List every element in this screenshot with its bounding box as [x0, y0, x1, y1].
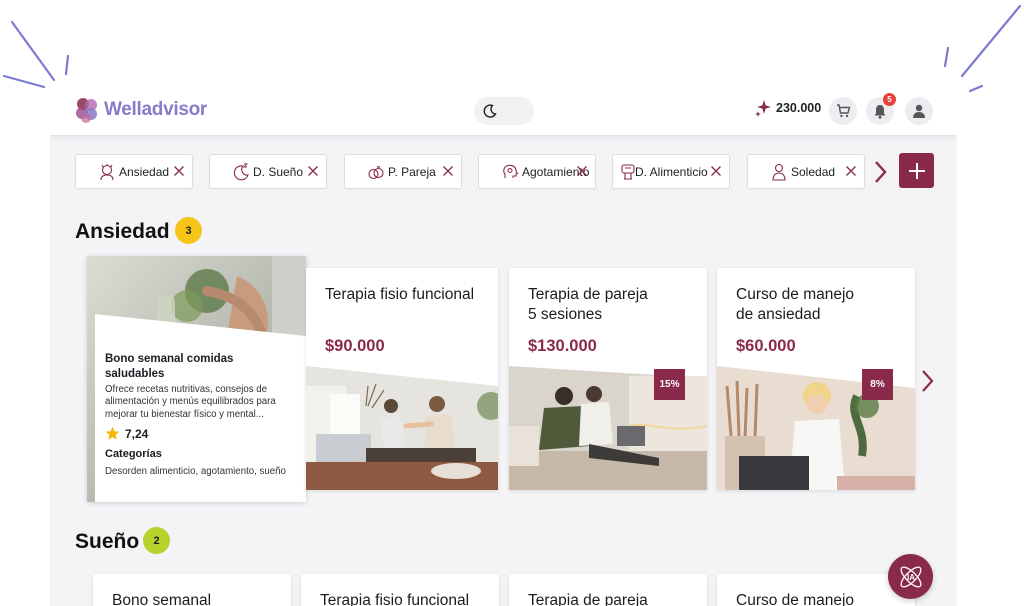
- notifications-button[interactable]: 5: [866, 93, 896, 125]
- app-name: Welladvisor: [104, 99, 207, 120]
- top-bar: Welladvisor 230.000 5: [50, 84, 957, 136]
- decor-lines-left: [2, 20, 70, 89]
- product-card[interactable]: Curso de manejo: [717, 574, 915, 606]
- points-value: 230.000: [776, 101, 822, 115]
- product-card[interactable]: Curso de manejo de ansiedad $60.000 8%: [717, 268, 915, 490]
- ai-assistant-button[interactable]: IA: [888, 554, 933, 599]
- card-title: Terapia fisio funcional: [320, 592, 470, 606]
- logo[interactable]: Welladvisor: [74, 96, 207, 124]
- filter-chip-sueno[interactable]: D. Sueño: [209, 154, 327, 189]
- close-icon[interactable]: [575, 164, 589, 178]
- categories-label: Categorías: [105, 448, 162, 460]
- rating-value: 7,24: [125, 426, 149, 441]
- close-icon[interactable]: [844, 164, 858, 178]
- sleep-icon: [233, 163, 249, 181]
- discount-badge: 8%: [862, 369, 893, 400]
- card-price: $130.000: [528, 337, 597, 355]
- close-icon[interactable]: [172, 164, 186, 178]
- app-window: Welladvisor 230.000 5 Ansiedad D. Sueño …: [50, 84, 957, 606]
- chip-label: P. Pareja: [388, 165, 436, 179]
- filter-chip-soledad[interactable]: Soledad: [747, 154, 865, 189]
- notification-badge: 5: [883, 93, 896, 106]
- chip-label: D. Alimenticio: [635, 165, 708, 179]
- chip-label: Ansiedad: [119, 165, 170, 179]
- plus-icon: [908, 162, 925, 179]
- add-filter-button[interactable]: [899, 153, 934, 188]
- card-title: Terapia fisio funcional: [325, 286, 475, 303]
- filter-chip-pareja[interactable]: P. Pareja: [344, 154, 462, 189]
- head-icon: [503, 164, 519, 178]
- filter-chip-agotamiento[interactable]: Agotamiento: [478, 154, 596, 189]
- cart-button[interactable]: [829, 97, 857, 125]
- close-icon[interactable]: [441, 164, 455, 178]
- count-badge: 3: [175, 217, 202, 244]
- card-title: Curso de manejo de ansiedad: [736, 286, 855, 323]
- card-photo: [306, 366, 498, 490]
- person-icon: [772, 163, 786, 181]
- anxiety-icon: [100, 164, 114, 181]
- bell-icon: [874, 104, 886, 119]
- chevron-right-icon[interactable]: [918, 368, 936, 394]
- product-card[interactable]: Terapia de pareja: [509, 574, 707, 606]
- star-icon: [105, 426, 120, 440]
- profile-button[interactable]: [905, 97, 933, 125]
- cart-icon: [836, 104, 850, 118]
- ai-atom-icon: IA: [900, 566, 921, 587]
- card-title: Terapia de pareja: [528, 592, 648, 606]
- filter-chip-alimenticio[interactable]: D. Alimenticio: [612, 154, 730, 189]
- product-card[interactable]: Terapia fisio funcional: [301, 574, 499, 606]
- user-icon: [913, 104, 925, 118]
- chevron-right-icon[interactable]: [870, 159, 890, 185]
- card-title: Terapia de pareja 5 sesiones: [528, 286, 648, 323]
- featured-card[interactable]: Bono semanal comidas saludables Ofrece r…: [87, 256, 306, 502]
- section-title: Ansiedad: [75, 220, 170, 243]
- product-card[interactable]: Terapia de pareja 5 sesiones $130.000 15…: [509, 268, 707, 490]
- product-card[interactable]: Bono semanal: [93, 574, 291, 606]
- card-price: $90.000: [325, 337, 385, 355]
- points-display: 230.000: [754, 99, 821, 117]
- categories-value: Desorden alimenticio, agotamiento, sueño: [105, 466, 286, 477]
- card-title: Bono semanal: [112, 592, 212, 606]
- product-card[interactable]: Terapia fisio funcional $90.000: [306, 268, 498, 490]
- card-title: Curso de manejo: [736, 592, 855, 606]
- card-price: $60.000: [736, 337, 796, 355]
- chip-label: Soledad: [791, 165, 836, 179]
- filter-chip-ansiedad[interactable]: Ansiedad: [75, 154, 193, 189]
- theme-toggle[interactable]: [474, 97, 534, 125]
- count-badge: 2: [143, 527, 170, 554]
- rating: 7,24: [105, 426, 148, 441]
- logo-icon: [76, 98, 97, 123]
- close-icon[interactable]: [306, 164, 320, 178]
- discount-badge: 15%: [654, 369, 685, 400]
- featured-description: Ofrece recetas nutritivas, consejos de a…: [105, 384, 276, 420]
- rings-icon: [368, 165, 384, 180]
- moon-icon: [480, 101, 500, 121]
- sparkle-icon: [755, 100, 771, 117]
- featured-title: Bono semanal comidas saludables: [105, 353, 234, 380]
- ai-label: IA: [907, 573, 915, 582]
- close-icon[interactable]: [709, 164, 723, 178]
- section-title: Sueño: [75, 530, 140, 553]
- chip-label: D. Sueño: [253, 165, 304, 179]
- decor-lines-right: [943, 4, 1022, 93]
